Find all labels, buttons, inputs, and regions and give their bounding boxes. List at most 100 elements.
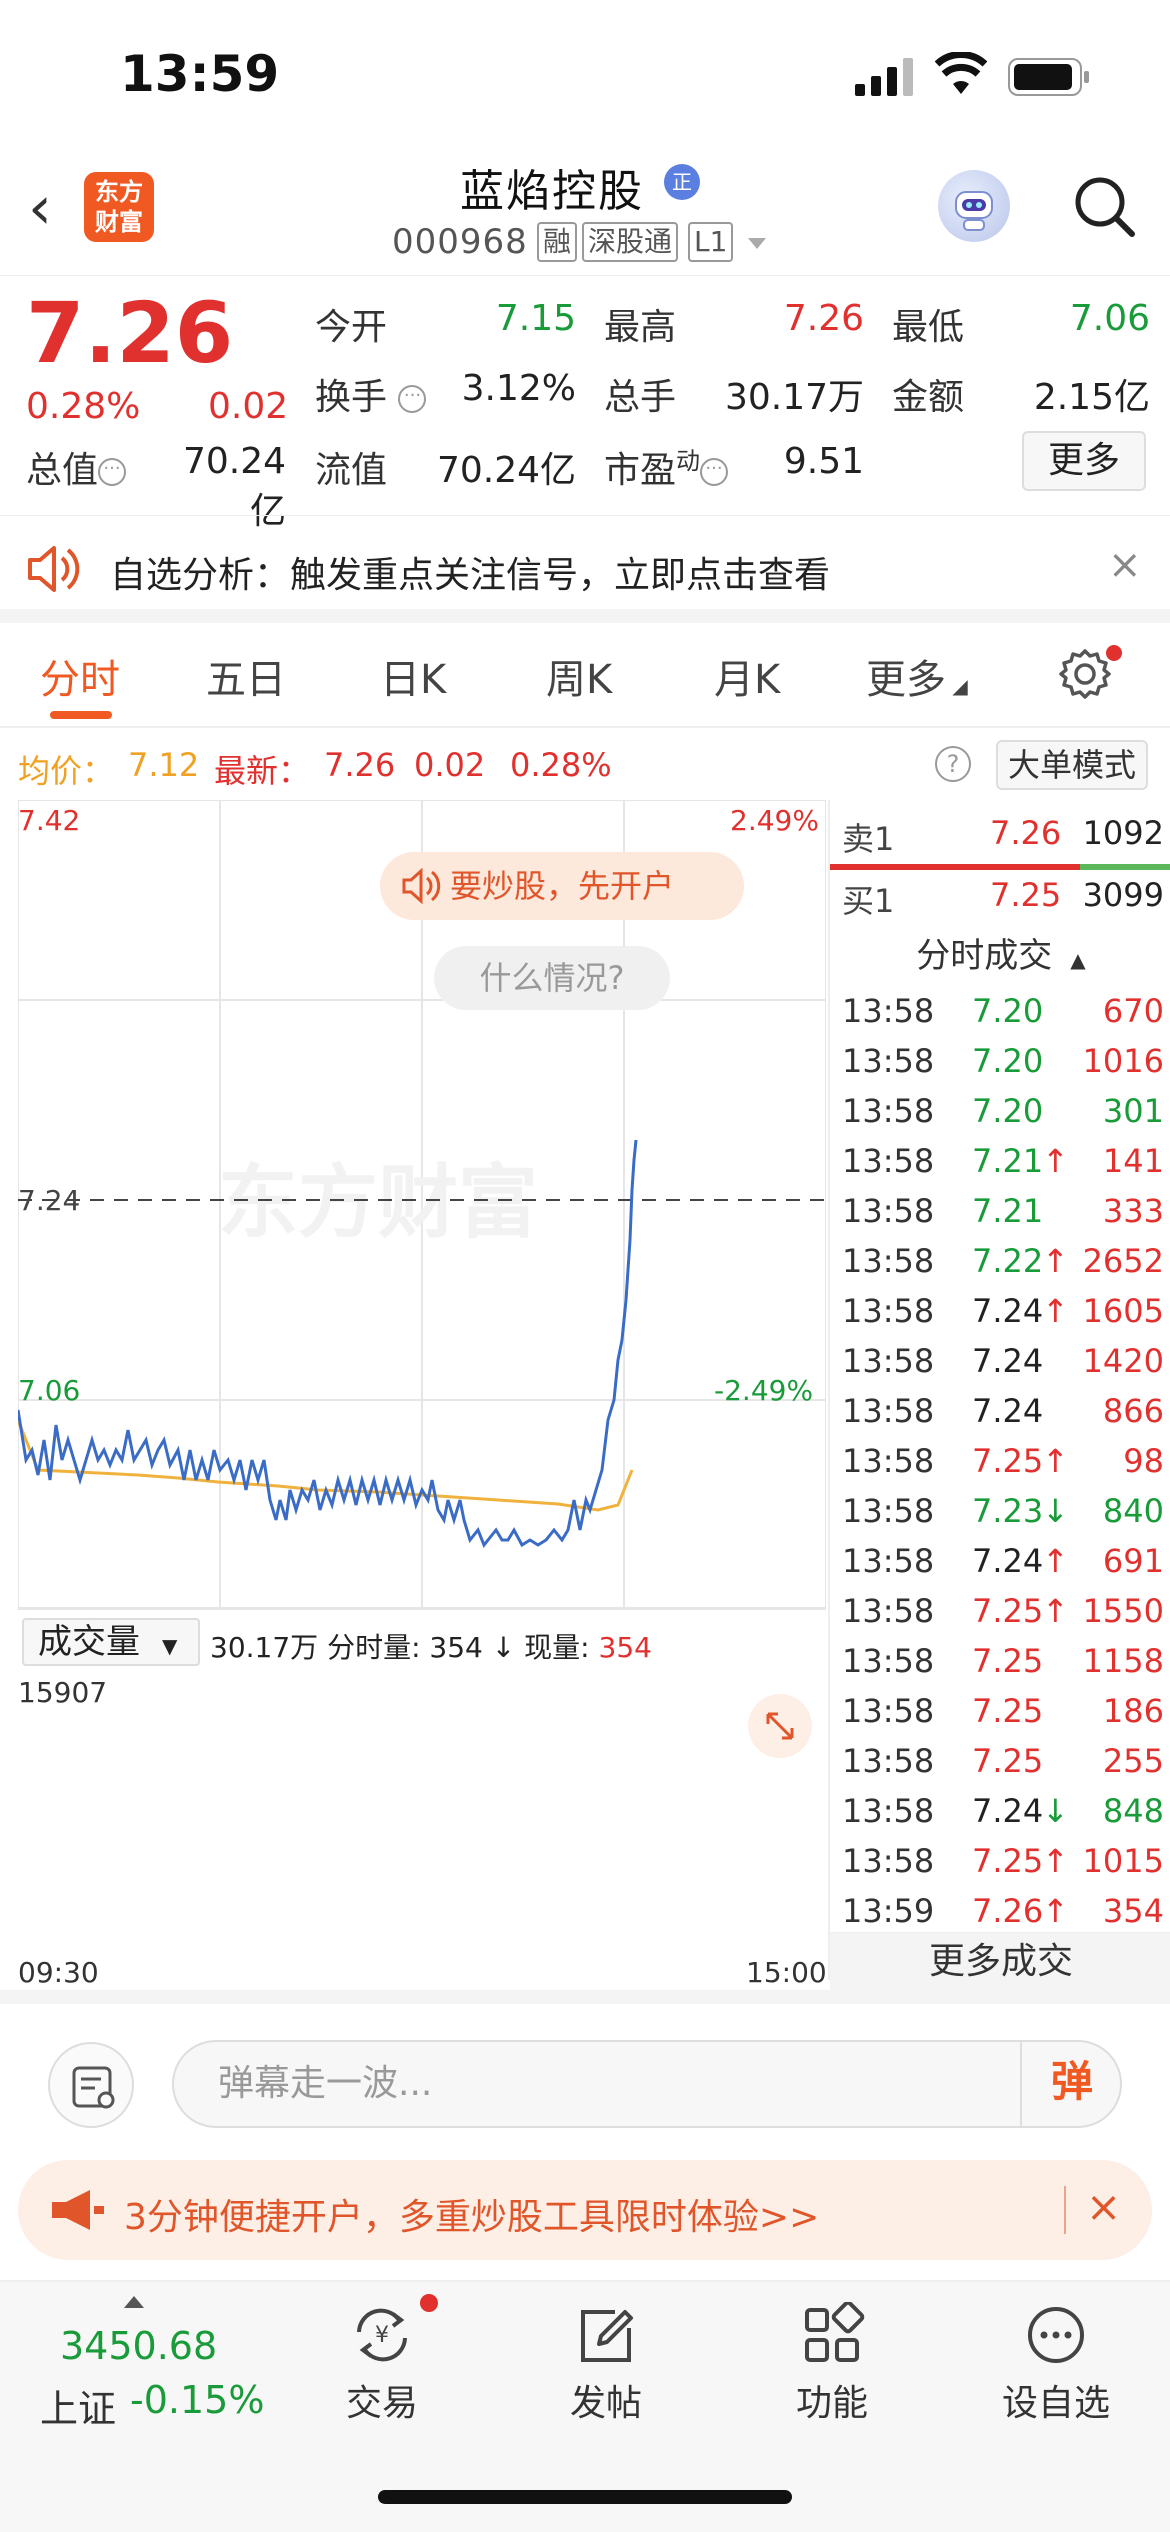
watermark-text: 东方财富 [218, 1158, 538, 1247]
tick-row: 13:59 7.26 ↑ 354 [842, 1886, 1164, 1936]
info-dots-icon[interactable]: ··· [700, 458, 729, 486]
info-dots-icon[interactable]: ··· [98, 458, 127, 486]
latest-label: 最新： [214, 752, 311, 790]
assistant-robot-icon[interactable] [938, 170, 1010, 242]
logo-line-2: 财富 [95, 208, 143, 236]
tick-price: 7.21 [972, 1192, 1044, 1230]
tick-arrow: ↓ [1042, 1492, 1069, 1530]
open-label: 今开 [315, 307, 388, 348]
tick-price: 7.20 [972, 1092, 1044, 1130]
tick-price: 7.25 [972, 1642, 1044, 1680]
speaker-icon [402, 868, 441, 904]
what-happened-pill[interactable]: 什么情况? [434, 946, 670, 1010]
buy-1-row[interactable]: 买1 7.25 3099 [842, 870, 1164, 926]
current-price: 7.26 [26, 284, 234, 382]
help-icon[interactable]: ? [935, 746, 971, 782]
low-value: 7.06 [1069, 298, 1150, 339]
tick-arrow: ↑ [1042, 1292, 1069, 1330]
tick-row: 13:58 7.21 333 [842, 1186, 1164, 1236]
nav-post-label: 发帖 [569, 2383, 642, 2424]
nav-trade[interactable]: ¥ 交易 [312, 2302, 452, 2442]
home-indicator [378, 2490, 792, 2504]
time-start-label: 09:30 [18, 1956, 99, 1989]
time-volume-value: 354 [429, 1631, 483, 1664]
down-arrow: ↓ [491, 1631, 516, 1664]
stock-header: ‹ 东方 财富 蓝焰控股 正 000968 融 深股通 L1 [0, 150, 1170, 275]
close-icon[interactable]: × [1108, 542, 1142, 588]
tick-price: 7.21 [972, 1142, 1044, 1180]
back-chevron-icon[interactable]: ‹ [28, 178, 68, 238]
tick-quantity: 1015 [1082, 1842, 1164, 1880]
nav-add-watchlist[interactable]: 设自选 [986, 2302, 1126, 2442]
intraday-chart[interactable]: 东方财富 7.42 2.49% 7.24 7.06 -2.49% 要炒股，先开户… [18, 800, 827, 1989]
tick-time: 13:58 [842, 1742, 935, 1780]
tick-time: 13:58 [842, 1792, 935, 1830]
open-account-pill[interactable]: 要炒股，先开户 [380, 852, 744, 920]
more-trades-button[interactable]: 更多成交 [830, 1932, 1170, 1990]
tick-quantity: 866 [1102, 1392, 1164, 1430]
more-button[interactable]: 更多 [1022, 431, 1146, 491]
tab-monthly-k[interactable]: 月K [714, 647, 780, 705]
sell-1-row[interactable]: 卖1 7.26 1092 [842, 808, 1164, 864]
gear-icon[interactable] [1058, 647, 1112, 701]
info-dots-icon[interactable]: ··· [398, 385, 427, 413]
promo-text[interactable]: 3分钟便捷开户，多重炒股工具限时体验>> [124, 2188, 819, 2240]
tick-arrow: ↑ [1042, 1242, 1069, 1280]
high-label: 最高 [604, 307, 677, 348]
tab-more[interactable]: 更多 ◢ [866, 647, 968, 705]
chevron-down-icon[interactable] [748, 238, 766, 249]
stock-name[interactable]: 蓝焰控股 [460, 155, 644, 219]
pct-max-label: 2.49% [730, 804, 819, 837]
tick-row: 13:58 7.24 1420 [842, 1336, 1164, 1386]
ref-price-label: 7.24 [18, 1184, 81, 1217]
tick-time: 13:58 [842, 1242, 935, 1280]
caret-up-icon[interactable] [124, 2296, 144, 2308]
volume-select[interactable]: 成交量 ▼ [22, 1618, 200, 1666]
latest-change: 0.02 [414, 746, 486, 784]
order-book: 卖1 7.26 1092 买1 7.25 3099 分时成交 ▲ 13:58 7.2… [828, 800, 1170, 1990]
danmaku-input[interactable]: 弹幕走一波... [172, 2040, 1122, 2128]
volume-total: 30.17万 [210, 1631, 319, 1664]
price-max-label: 7.42 [18, 804, 81, 837]
notice-text[interactable]: 自选分析：触发重点关注信号，立即点击查看 [110, 546, 830, 598]
close-icon[interactable]: × [1086, 2182, 1121, 2231]
tick-time: 13:58 [842, 1442, 935, 1480]
status-bar: 13:59 [0, 0, 1170, 150]
index-name[interactable]: 上证 [40, 2378, 116, 2433]
promo-banner[interactable]: 3分钟便捷开户，多重炒股工具限时体验>> × [18, 2160, 1152, 2260]
nav-post[interactable]: 发帖 [536, 2302, 676, 2442]
expand-icon[interactable] [748, 1694, 812, 1758]
tick-time: 13:58 [842, 1642, 935, 1680]
index-change[interactable]: -0.15% [130, 2378, 264, 2422]
danmaku-settings-icon[interactable] [48, 2042, 134, 2128]
nav-functions[interactable]: 功能 [762, 2302, 902, 2442]
tick-price: 7.20 [972, 992, 1044, 1030]
tab-daily-k[interactable]: 日K [380, 647, 446, 705]
latest-percent: 0.28% [510, 746, 612, 784]
tick-arrow: ↑ [1042, 1592, 1069, 1630]
tab-intraday[interactable]: 分时 [40, 647, 120, 705]
tick-time: 13:58 [842, 1692, 935, 1730]
tick-time: 13:58 [842, 1842, 935, 1880]
tick-quantity: 1158 [1082, 1642, 1164, 1680]
tick-time: 13:58 [842, 1292, 935, 1330]
divider [1064, 2186, 1066, 2234]
search-icon[interactable] [1070, 172, 1138, 240]
logo-line-1: 东方 [95, 178, 143, 206]
tab-weekly-k[interactable]: 周K [546, 647, 612, 705]
pe-value: 9.51 [783, 441, 864, 482]
tick-row: 13:58 7.24 866 [842, 1386, 1164, 1436]
big-order-mode-button[interactable]: 大单模式 [996, 740, 1148, 790]
tick-quantity: 670 [1102, 992, 1164, 1030]
tab-five-day[interactable]: 五日 [206, 647, 286, 705]
tick-quantity: 691 [1102, 1542, 1164, 1580]
notice-bar[interactable]: 自选分析：触发重点关注信号，立即点击查看 × [0, 515, 1170, 623]
tick-time: 13:58 [842, 992, 935, 1030]
index-value[interactable]: 3450.68 [60, 2324, 217, 2368]
float-label: 流值 [315, 450, 388, 491]
tick-time: 13:58 [842, 1142, 935, 1180]
tick-price: 7.24 [972, 1542, 1044, 1580]
danmaku-send-button[interactable]: 弹 [1020, 2040, 1122, 2128]
tick-row: 13:58 7.25 255 [842, 1736, 1164, 1786]
pct-min-label: -2.49% [714, 1374, 814, 1407]
